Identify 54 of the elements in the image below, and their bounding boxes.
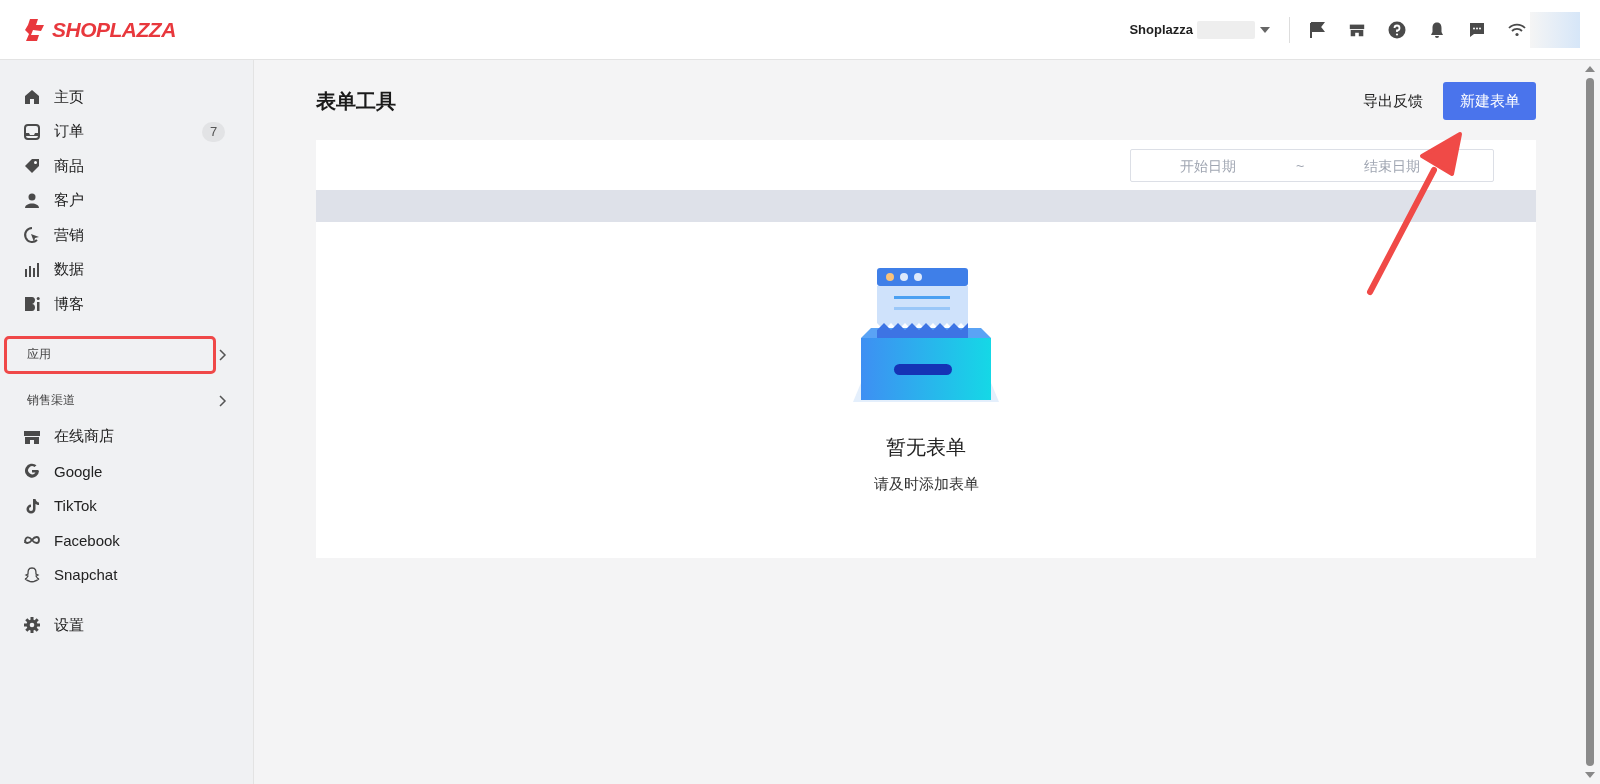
sidebar-item[interactable]: Facebook — [0, 523, 253, 558]
end-date-input: 结束日期 — [1315, 156, 1469, 175]
empty-state-title: 暂无表单 — [886, 435, 966, 460]
sidebar-item[interactable]: TikTok — [0, 488, 253, 523]
sidebar-item-label: 主页 — [54, 87, 85, 107]
sidebar-item[interactable]: 营销 — [0, 218, 253, 253]
sidebar-item-label: 营销 — [54, 225, 85, 245]
sidebar-item-label: TikTok — [54, 497, 98, 515]
store-switcher[interactable]: Shoplazza — [1129, 20, 1271, 39]
sidebar-item[interactable]: 设置 — [0, 608, 253, 643]
caret-icon — [1259, 25, 1271, 34]
wifi-icon — [1508, 22, 1526, 37]
apps-section-header[interactable]: 应用 — [4, 335, 216, 374]
sidebar-item[interactable]: Snapchat — [0, 557, 253, 592]
sidebar-item[interactable]: Google — [0, 454, 253, 489]
store-name: Shoplazza — [1129, 22, 1193, 37]
sidebar-item[interactable]: 商品 — [0, 149, 253, 184]
scrollbar-thumb[interactable] — [1586, 78, 1594, 766]
sidebar-item-label: Snapchat — [54, 566, 119, 584]
sidebar-item[interactable]: 订单 7 — [0, 114, 253, 149]
start-date-input: 开始日期 — [1131, 156, 1285, 175]
inbox-icon — [22, 121, 42, 142]
ghost-icon — [22, 564, 42, 585]
sidebar-item[interactable]: 主页 — [0, 80, 253, 115]
sidebar-item-label: 在线商店 — [54, 427, 115, 447]
settings-icon — [22, 615, 42, 636]
scroll-up-icon[interactable] — [1585, 66, 1595, 72]
logo-text: SHOPLAZZA — [52, 17, 176, 42]
sidebar-item[interactable]: 博客 — [0, 287, 253, 322]
sales-channels-header[interactable]: 销售渠道 — [4, 381, 216, 420]
sidebar-item-label: 设置 — [54, 615, 85, 635]
chevron-right-icon[interactable] — [217, 348, 227, 361]
flag-icon[interactable] — [1308, 20, 1326, 39]
sidebar-item[interactable]: 客户 — [0, 183, 253, 218]
scroll-down-icon[interactable] — [1585, 772, 1595, 778]
sidebar-item-label: 博客 — [54, 294, 85, 314]
bell-icon[interactable] — [1428, 20, 1446, 39]
sidebar-item[interactable]: 数据 — [0, 252, 253, 287]
sidebar-item-label: 数据 — [54, 260, 85, 280]
chevron-right-icon[interactable] — [217, 394, 227, 407]
page-title: 表单工具 — [316, 88, 397, 114]
sidebar-item-label: 订单 — [54, 122, 85, 142]
export-feedback-link[interactable]: 导出反馈 — [1363, 91, 1423, 111]
new-form-button[interactable]: 新建表单 — [1443, 82, 1536, 120]
sidebar-item-label: 客户 — [54, 191, 85, 211]
empty-state-hint: 请及时添加表单 — [873, 475, 979, 494]
sidebar-item-label: Google — [54, 462, 104, 480]
chat-icon[interactable] — [1468, 20, 1486, 39]
sidebar-item-label: Facebook — [54, 531, 121, 549]
count-badge: 7 — [202, 121, 225, 142]
sidebar-item-label: 商品 — [54, 156, 85, 176]
logo-mark-icon — [24, 17, 46, 42]
help-icon[interactable] — [1388, 20, 1406, 39]
sidebar-item[interactable]: 在线商店 — [0, 419, 253, 454]
